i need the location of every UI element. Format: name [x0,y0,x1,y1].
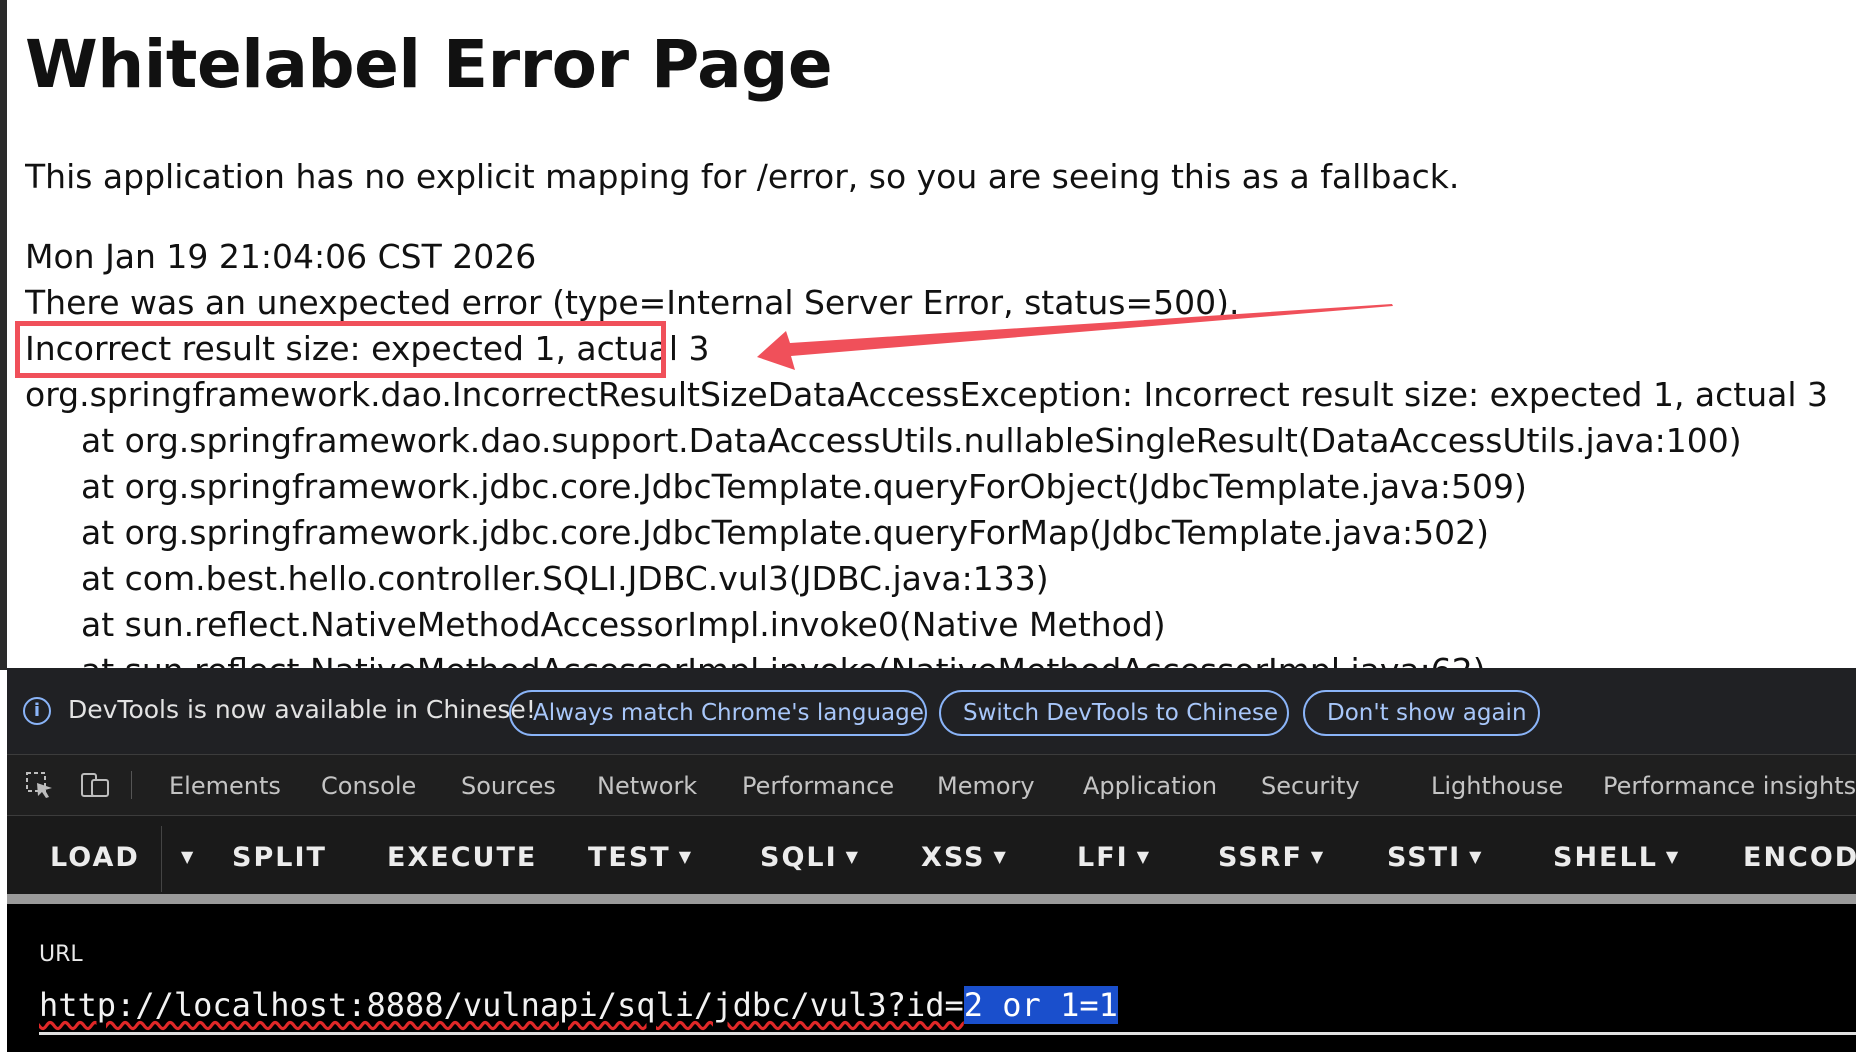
tab-sources[interactable]: Sources [461,772,556,800]
execute-button[interactable]: EXECUTE [387,842,537,873]
load-dropdown-button[interactable]: ▼ [173,842,193,873]
infobar-message: DevTools is now available in Chinese! [68,695,536,724]
hackbar-divider [161,826,162,892]
url-field-label: URL [39,942,83,967]
inspect-element-icon[interactable] [25,771,55,799]
devtools-tabbar: Elements Console Sources Network Perform… [7,755,1856,816]
encoding-menu[interactable]: ENCODI [1743,842,1856,873]
ssti-menu[interactable]: SSTI ▼ [1387,842,1481,873]
hackbar-progress-bar [7,894,1856,904]
tab-console[interactable]: Console [321,772,416,800]
tab-elements[interactable]: Elements [169,772,281,800]
url-input-underline [39,1032,1856,1035]
caret-down-icon: ▼ [993,847,1006,866]
caret-down-icon: ▼ [845,847,858,866]
sqli-menu[interactable]: SQLI ▼ [760,842,858,873]
device-toolbar-icon[interactable] [80,771,110,799]
switch-to-chinese-button[interactable]: Switch DevTools to Chinese [939,690,1289,736]
caret-down-icon: ▼ [1136,847,1150,866]
split-button[interactable]: SPLIT [232,842,327,873]
lfi-menu-label: LFI [1077,842,1129,873]
caret-down-icon: ▼ [1469,847,1482,866]
tab-lighthouse[interactable]: Lighthouse [1431,772,1563,800]
devtools-panel: i DevTools is now available in Chinese! … [7,668,1856,1052]
ssrf-menu-label: SSRF [1218,842,1303,873]
language-infobar: i DevTools is now available in Chinese! … [7,668,1856,755]
shell-menu[interactable]: SHELL ▼ [1553,842,1678,873]
ssrf-menu[interactable]: SSRF ▼ [1218,842,1323,873]
caret-down-icon: ▼ [678,847,692,866]
shell-menu-label: SHELL [1553,842,1658,873]
caret-down-icon: ▼ [181,847,194,866]
tab-memory[interactable]: Memory [937,772,1035,800]
tab-application[interactable]: Application [1083,772,1217,800]
test-menu-label: TEST [588,842,671,873]
tab-performance[interactable]: Performance [742,772,894,800]
tab-performance-insights[interactable]: Performance insights [1603,772,1856,800]
load-button[interactable]: LOAD [50,842,140,873]
toolbar-divider [131,771,132,799]
url-input[interactable]: http://localhost:8888/vulnapi/sqli/jdbc/… [39,986,1118,1024]
url-selected-text: 2 or 1=1 [963,986,1118,1024]
tab-network[interactable]: Network [597,772,697,800]
url-text: http://localhost:8888/vulnapi/sqli/jdbc/… [39,986,964,1024]
hackbar-toolbar: LOAD ▼ SPLIT EXECUTE TEST ▼ SQLI ▼ XSS ▼ LF… [7,816,1856,902]
tab-security[interactable]: Security [1261,772,1360,800]
xss-menu-label: XSS [921,842,986,873]
caret-down-icon: ▼ [1665,847,1679,866]
test-menu[interactable]: TEST ▼ [588,842,691,873]
sqli-menu-label: SQLI [760,842,838,873]
dont-show-again-button[interactable]: Don't show again [1303,690,1540,736]
xss-menu[interactable]: XSS ▼ [921,842,1006,873]
ssti-menu-label: SSTI [1387,842,1462,873]
caret-down-icon: ▼ [1310,847,1324,866]
info-icon: i [23,697,51,725]
lfi-menu[interactable]: LFI ▼ [1077,842,1149,873]
always-match-language-button[interactable]: Always match Chrome's language [509,690,927,736]
url-panel: URL http://localhost:8888/vulnapi/sqli/j… [7,904,1856,1052]
